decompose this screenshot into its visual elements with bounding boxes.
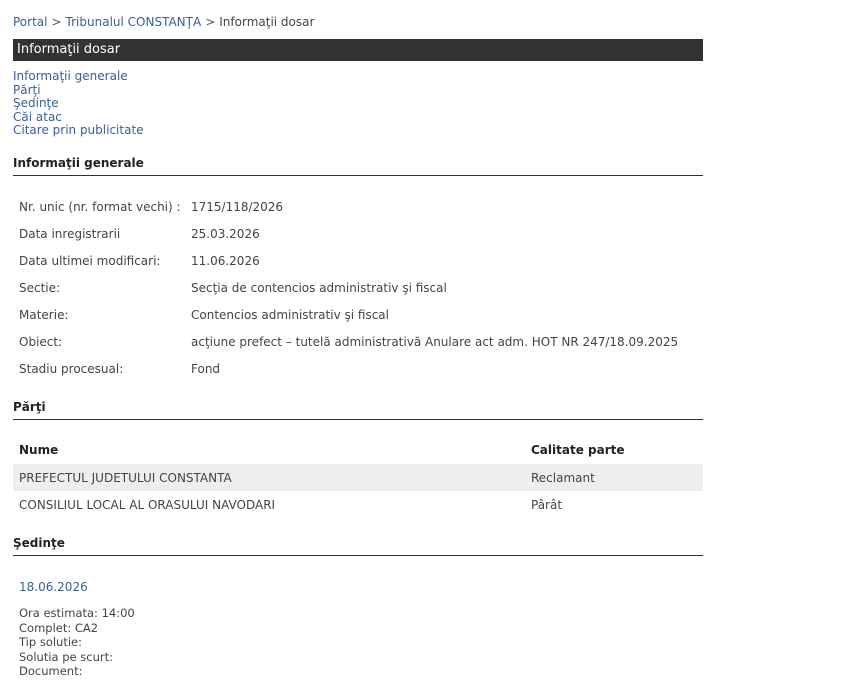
sedinta-detail-solutia: Solutia pe scurt: [19,649,113,664]
info-label: Data inregistrarii [19,226,121,241]
info-label: Nr. unic (nr. format vechi) : [19,199,181,214]
column-header-calitate: Calitate parte [531,443,625,457]
sedinta-detail-complet: Complet: CA2 [19,620,99,635]
nav-link-citare[interactable]: Citare prin publicitate [13,123,144,138]
sedinta-detail-ora: Ora estimata: 14:00 [19,606,135,620]
sedinta-details: Ora estimata: 14:00 Complet: CA2 Tip sol… [19,606,135,679]
nav-link-sedinte[interactable]: Şedinţe [13,96,144,111]
parte-calitate: Pârât [531,497,563,512]
breadcrumb-portal-link[interactable]: Portal [13,15,47,29]
section-nav: Informaţii generale Părţi Şedinţe Căi at… [13,69,144,138]
info-row: Data ultimei modificari: 11.06.2026 [19,247,678,274]
sedinta-date-link[interactable]: 18.06.2026 [19,580,88,594]
section-header-general: Informaţii generale [13,156,703,176]
breadcrumb-current: Informaţii dosar [219,15,315,29]
table-row: PREFECTUL JUDETULUI CONSTANTA Reclamant [13,464,703,491]
info-value: 25.03.2026 [191,226,260,241]
info-label: Stadiu procesual: [19,361,124,376]
info-row: Data inregistrarii 25.03.2026 [19,220,678,247]
info-value: 1715/118/2026 [191,199,284,214]
info-label: Sectie: [19,280,61,295]
page-title: Informaţii dosar [13,39,703,61]
info-value: 11.06.2026 [191,253,260,268]
parte-nume: PREFECTUL JUDETULUI CONSTANTA [19,470,232,485]
info-row: Obiect: acţiune prefect – tutelă adminis… [19,328,678,355]
column-header-nume: Nume [19,443,59,457]
info-row: Materie: Contencios administrativ şi fis… [19,301,678,328]
info-row: Nr. unic (nr. format vechi) : 1715/118/2… [19,193,678,220]
nav-link-cai-atac[interactable]: Căi atac [13,110,144,125]
nav-link-informatii-generale[interactable]: Informaţii generale [13,69,144,84]
breadcrumb-separator: > [51,15,62,29]
section-header-sedinte: Şedinţe [13,536,703,556]
breadcrumb-tribunal-link[interactable]: Tribunalul CONSTANŢA [66,15,202,29]
nav-link-parti[interactable]: Părţi [13,83,144,98]
info-row: Stadiu procesual: Fond [19,355,678,382]
info-label: Obiect: [19,334,63,349]
info-row: Sectie: Secţia de contencios administrat… [19,274,678,301]
parte-nume: CONSILIUL LOCAL AL ORASULUI NAVODARI [19,497,276,512]
sedinta-detail-document: Document: [19,664,83,678]
section-header-parti: Părţi [13,400,703,420]
general-info-table: Nr. unic (nr. format vechi) : 1715/118/2… [19,193,678,382]
info-value: Fond [191,361,221,376]
breadcrumb-separator: > [205,15,216,29]
info-value: acţiune prefect – tutelă administrativă … [191,334,679,349]
sedinta-detail-tip-solutie: Tip solutie: [19,635,82,649]
info-label: Materie: [19,307,69,322]
parti-table-header: Nume Calitate parte [13,438,703,462]
info-value: Contencios administrativ şi fiscal [191,307,389,322]
parte-calitate: Reclamant [531,470,595,485]
table-row: CONSILIUL LOCAL AL ORASULUI NAVODARI Pâr… [13,491,703,518]
info-value: Secţia de contencios administrativ şi fi… [191,280,447,295]
breadcrumb: Portal > Tribunalul CONSTANŢA > Informaţii d… [13,15,314,29]
info-label: Data ultimei modificari: [19,253,161,268]
